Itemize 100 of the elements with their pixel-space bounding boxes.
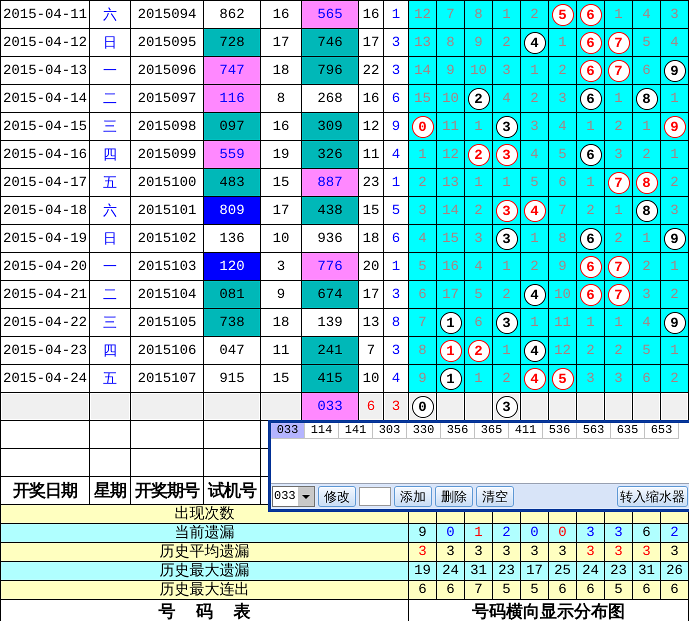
date-cell: 2015-04-22	[0, 308, 90, 336]
table-cell: 1	[520, 56, 548, 84]
sum-cell: 18	[358, 224, 384, 252]
draw-number-cell: 796	[302, 56, 358, 84]
table-cell: 2	[408, 168, 436, 196]
table-cell: 24	[576, 562, 604, 580]
table-cell: 4	[660, 28, 688, 56]
number-ball: 6	[580, 4, 602, 26]
number-ball: 9	[664, 60, 686, 82]
list-item[interactable]: 536	[543, 423, 577, 439]
date-cell: 2015-04-20	[0, 252, 90, 280]
number-ball: 0	[412, 396, 434, 418]
table-cell: 1	[604, 196, 632, 224]
table-cell: 6	[632, 56, 660, 84]
table-cell: 5	[632, 28, 660, 56]
table-cell: 1	[492, 336, 520, 364]
list-item[interactable]: 635	[611, 423, 645, 439]
table-cell: 3	[520, 542, 548, 562]
weekday-cell: 一	[90, 56, 130, 84]
table-cell: 6	[632, 524, 660, 542]
list-item[interactable]: 411	[509, 423, 543, 439]
table-cell: 1	[464, 112, 492, 140]
toolbar-button[interactable]: 添加	[394, 486, 432, 507]
number-ball: 6	[580, 284, 602, 306]
table-cell: 1	[632, 224, 660, 252]
number-ball: 3	[496, 312, 518, 334]
table-cell: 15	[408, 84, 436, 112]
sum-cell: 17	[358, 280, 384, 308]
table-cell: 6	[408, 580, 436, 600]
toolbar-button[interactable]: 转入缩水器	[617, 486, 688, 507]
table-cell: 4	[548, 112, 576, 140]
list-item[interactable]: 365	[475, 423, 509, 439]
number-ball: 6	[580, 228, 602, 250]
number-input[interactable]	[359, 487, 391, 506]
table-cell: 2	[520, 0, 548, 28]
date-cell: 2015-04-16	[0, 140, 90, 168]
table-cell: 3	[492, 56, 520, 84]
table-cell: 4	[520, 140, 548, 168]
table-cell: 5	[604, 580, 632, 600]
number-ball: 2	[468, 340, 490, 362]
table-cell: 11	[548, 308, 576, 336]
table-cell: 3	[660, 542, 688, 562]
table-cell: 8	[464, 0, 492, 28]
list-item[interactable]: 330	[407, 423, 441, 439]
list-item[interactable]: 303	[373, 423, 407, 439]
date-cell: 2015-04-17	[0, 168, 90, 196]
table-cell: 1	[632, 112, 660, 140]
draw-number-cell: 033	[302, 392, 358, 420]
date-cell: 2015-04-23	[0, 336, 90, 364]
number-ball: 6	[580, 144, 602, 166]
table-cell: 7	[464, 580, 492, 600]
number-ball: 9	[664, 116, 686, 138]
toolbar-button[interactable]: 清空	[476, 486, 514, 507]
table-cell: 3	[548, 84, 576, 112]
draw-number-cell: 887	[302, 168, 358, 196]
number-ball: 1	[440, 340, 462, 362]
table-cell: 3	[408, 196, 436, 224]
table-cell: 6	[408, 280, 436, 308]
stat-label: 历史最大遗漏	[0, 562, 408, 580]
toolbar-button[interactable]: 修改	[318, 486, 356, 507]
draw-number-cell: 936	[302, 224, 358, 252]
table-cell: 13	[408, 28, 436, 56]
sum-cell: 16	[358, 84, 384, 112]
date-cell: 2015-04-19	[0, 224, 90, 252]
date-cell: 2015-04-12	[0, 28, 90, 56]
trial-number-cell: 728	[204, 28, 260, 56]
number-ball: 5	[552, 368, 574, 390]
table-cell: 5	[464, 280, 492, 308]
list-item[interactable]: 653	[645, 423, 679, 439]
list-item[interactable]: 114	[305, 423, 339, 439]
list-item[interactable]: 356	[441, 423, 475, 439]
trial-number-cell: 483	[204, 168, 260, 196]
table-cell: 3	[520, 112, 548, 140]
number-ball: 8	[636, 88, 658, 110]
trial-number-cell: 738	[204, 308, 260, 336]
table-cell: 2	[548, 56, 576, 84]
weekday-cell: 二	[90, 280, 130, 308]
number-ball: 4	[524, 368, 546, 390]
list-item[interactable]: 141	[339, 423, 373, 439]
table-cell: 1	[492, 168, 520, 196]
table-cell: 10	[548, 280, 576, 308]
toolbar-button[interactable]: 删除	[435, 486, 473, 507]
table-cell: 2	[576, 336, 604, 364]
date-cell: 2015-04-15	[0, 112, 90, 140]
trial-number-cell: 081	[204, 280, 260, 308]
date-cell: 2015-04-18	[0, 196, 90, 224]
number-ball: 0	[412, 116, 434, 138]
table-cell: 3	[576, 524, 604, 542]
sum-cell: 12	[358, 112, 384, 140]
number-ball: 8	[636, 200, 658, 222]
table-cell: 4	[632, 0, 660, 28]
draw-number-cell: 565	[302, 0, 358, 28]
number-dropdown[interactable]: 033	[272, 486, 315, 507]
list-item[interactable]: 563	[577, 423, 611, 439]
list-item[interactable]: 033	[271, 423, 305, 439]
number-ball: 9	[664, 228, 686, 250]
draw-number-cell: 415	[302, 364, 358, 392]
number-ball: 3	[496, 200, 518, 222]
sum-cell: 17	[358, 28, 384, 56]
table-cell: 6	[660, 580, 688, 600]
